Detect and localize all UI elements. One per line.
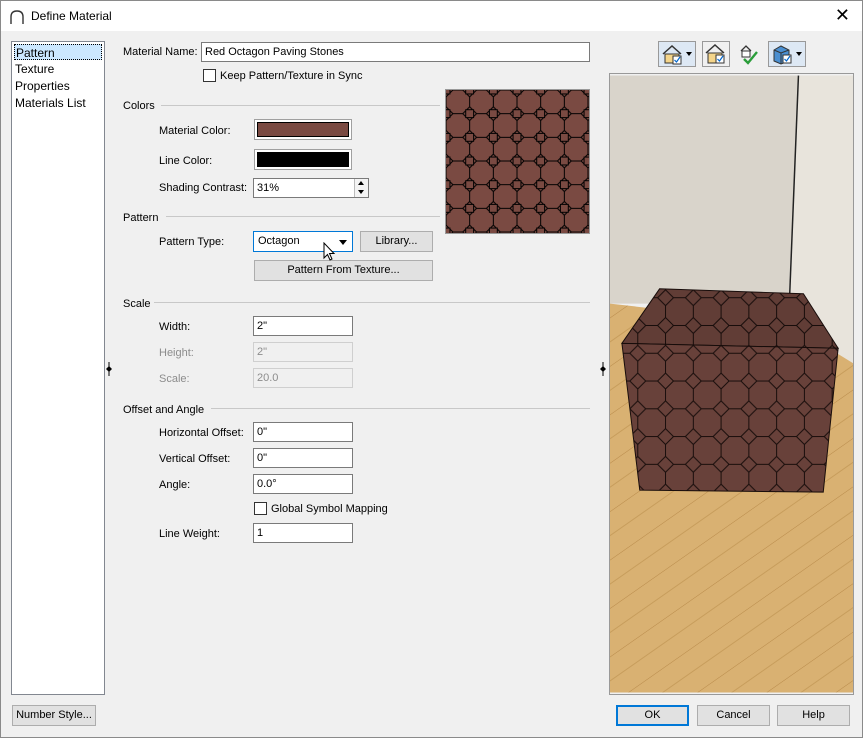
define-material-dialog: Define Material ✕ Pattern Texture Proper… [0, 0, 863, 738]
sidebar-item-pattern[interactable]: Pattern [14, 44, 102, 60]
height-label: Height: [159, 347, 194, 359]
global-symbol-mapping-label: Global Symbol Mapping [271, 503, 388, 515]
help-button[interactable]: Help [777, 705, 850, 726]
scale-input: 20.0 [253, 368, 353, 388]
sidebar-item-properties[interactable]: Properties [14, 78, 102, 94]
3d-material-preview[interactable] [609, 73, 854, 695]
pattern-type-label: Pattern Type: [159, 236, 225, 248]
chevron-down-icon [339, 240, 347, 245]
angle-label: Angle: [159, 479, 191, 491]
window-title: Define Material [31, 9, 112, 23]
pattern-type-select[interactable]: Octagon [253, 231, 353, 252]
verify-button[interactable] [736, 41, 762, 67]
spin-up-icon[interactable] [358, 181, 364, 185]
material-color-button[interactable] [254, 119, 352, 140]
sidebar-item-materials-list[interactable]: Materials List [14, 95, 102, 111]
shading-contrast-value: 31% [257, 182, 280, 194]
shading-contrast-input[interactable]: 31% [253, 178, 369, 198]
scale-group-label: Scale [123, 298, 151, 310]
ok-button[interactable]: OK [616, 705, 689, 726]
pattern-group-label: Pattern [123, 212, 159, 224]
offset-divider [211, 408, 590, 409]
view-mode-button[interactable] [658, 41, 696, 67]
material-color-swatch [257, 122, 349, 137]
pattern-preview [445, 89, 590, 234]
category-list: Pattern Texture Properties Materials Lis… [11, 41, 105, 695]
colors-group-label: Colors [123, 100, 155, 112]
material-color-label: Material Color: [159, 125, 231, 137]
vertical-offset-label: Vertical Offset: [159, 453, 231, 465]
cube-view-button[interactable] [768, 41, 806, 67]
line-color-label: Line Color: [159, 155, 213, 167]
spin-down-icon[interactable] [358, 190, 364, 194]
width-input[interactable]: 2" [253, 316, 353, 336]
angle-input[interactable]: 0.0° [253, 474, 353, 494]
app-logo-icon [10, 10, 24, 24]
close-icon[interactable]: ✕ [835, 5, 850, 25]
pattern-from-texture-button[interactable]: Pattern From Texture... [254, 260, 433, 281]
horizontal-offset-label: Horizontal Offset: [159, 427, 244, 439]
line-weight-input[interactable]: 1 [253, 523, 353, 543]
material-name-label: Material Name: [123, 46, 198, 58]
house-view-dropdown-icon [662, 44, 692, 65]
splitter-handle-icon[interactable] [106, 362, 112, 376]
pattern-divider [166, 216, 440, 217]
cube-view-dropdown-icon [773, 45, 802, 65]
horizontal-offset-input[interactable]: 0" [253, 422, 353, 442]
check-mark-icon [740, 45, 758, 65]
mouse-pointer-icon [323, 242, 336, 261]
splitter-handle-icon[interactable] [600, 362, 606, 376]
scale-label: Scale: [159, 373, 190, 385]
pattern-type-value: Octagon [258, 235, 300, 247]
keep-sync-checkbox[interactable] [203, 69, 216, 82]
keep-sync-label: Keep Pattern/Texture in Sync [220, 70, 363, 82]
title-bar: Define Material ✕ [1, 1, 862, 31]
line-color-button[interactable] [254, 149, 352, 170]
global-symbol-mapping-checkbox[interactable] [254, 502, 267, 515]
line-color-swatch [257, 152, 349, 167]
height-input: 2" [253, 342, 353, 362]
cancel-button[interactable]: Cancel [697, 705, 770, 726]
vertical-offset-input[interactable]: 0" [253, 448, 353, 468]
line-weight-label: Line Weight: [159, 528, 220, 540]
house-check-icon [705, 43, 725, 64]
library-button[interactable]: Library... [360, 231, 433, 252]
width-label: Width: [159, 321, 191, 333]
shading-contrast-label: Shading Contrast: [159, 182, 248, 194]
offset-group-label: Offset and Angle [123, 404, 205, 416]
shading-spinner[interactable] [354, 179, 368, 197]
house-check-button[interactable] [702, 41, 730, 67]
number-style-button[interactable]: Number Style... [12, 705, 96, 726]
material-name-input[interactable]: Red Octagon Paving Stones [201, 42, 590, 62]
colors-divider [161, 105, 440, 106]
scale-divider [154, 302, 590, 303]
sidebar-item-texture[interactable]: Texture [14, 61, 102, 77]
